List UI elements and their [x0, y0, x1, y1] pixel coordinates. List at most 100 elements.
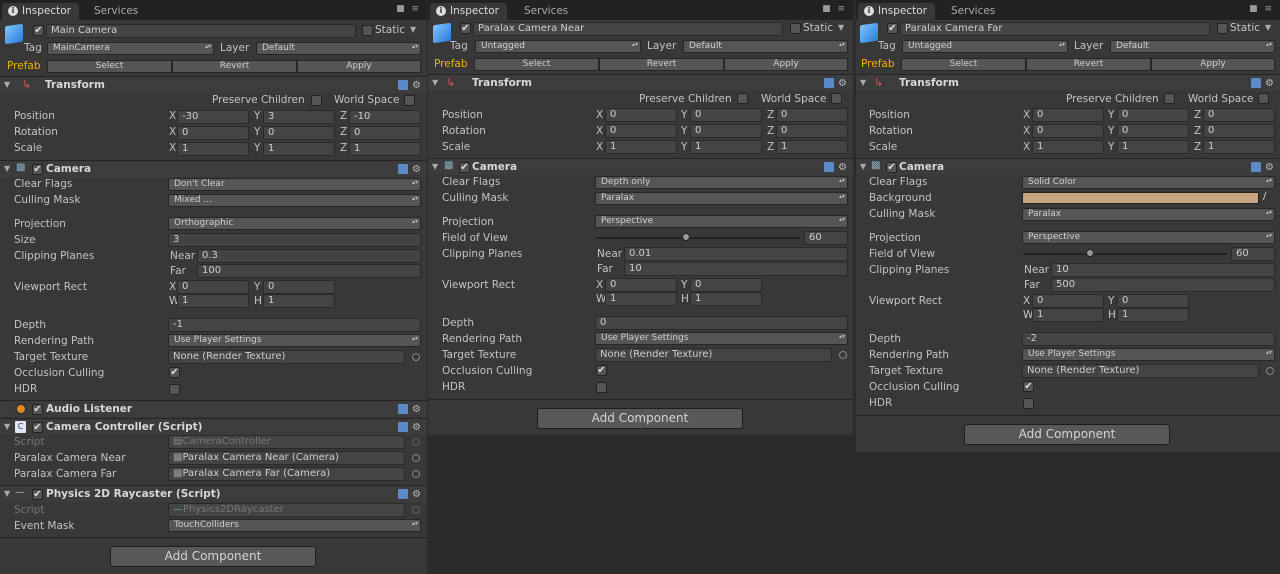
- fov-slider-knob[interactable]: [682, 233, 690, 241]
- rendering-path-dropdown[interactable]: Use Player Settings: [168, 334, 421, 347]
- fov-field[interactable]: 60: [1231, 247, 1275, 261]
- depth-field[interactable]: 0: [595, 316, 848, 330]
- camera-controller-header[interactable]: ▼ C ✔ Camera Controller (Script) ⚙: [0, 418, 427, 435]
- scale-x-field[interactable]: 1: [605, 140, 677, 154]
- scale-x-field[interactable]: 1: [177, 142, 249, 156]
- scale-z-field[interactable]: 1: [1203, 140, 1275, 154]
- camera-enabled-checkbox[interactable]: ✔: [459, 162, 470, 173]
- scale-y-field[interactable]: 1: [690, 140, 762, 154]
- prefab-apply-button[interactable]: Apply: [724, 58, 848, 71]
- scale-z-field[interactable]: 1: [776, 140, 848, 154]
- eyedropper-icon[interactable]: ∕: [1263, 191, 1266, 202]
- transform-header[interactable]: ▼ ↳ Transform ⚙: [428, 74, 853, 91]
- static-dropdown-arrow-icon[interactable]: ▼: [410, 25, 416, 34]
- tab-services[interactable]: Services: [510, 3, 576, 20]
- near-field[interactable]: 10: [1051, 263, 1275, 277]
- camera-enabled-checkbox[interactable]: ✔: [886, 162, 897, 173]
- prefab-select-button[interactable]: Select: [474, 58, 599, 71]
- target-texture-field[interactable]: None (Render Texture): [595, 348, 832, 362]
- lock-menu-icon[interactable]: ■ ≡: [396, 4, 421, 14]
- rotation-x-field[interactable]: 0: [1032, 124, 1104, 138]
- lock-menu-icon[interactable]: ■ ≡: [822, 4, 847, 14]
- object-picker-icon[interactable]: [1266, 367, 1274, 375]
- viewport-h-field[interactable]: 1: [263, 294, 335, 308]
- tag-dropdown[interactable]: Untagged: [475, 40, 641, 53]
- paralax-camera-near-field[interactable]: ▩Paralax Camera Near (Camera): [168, 451, 405, 465]
- world-space-checkbox[interactable]: [1258, 93, 1269, 104]
- help-book-icon[interactable]: [398, 422, 409, 432]
- viewport-x-field[interactable]: 0: [1032, 294, 1104, 308]
- viewport-y-field[interactable]: 0: [690, 278, 762, 292]
- culling-mask-dropdown[interactable]: Paralax: [595, 192, 848, 205]
- foldout-arrow-icon[interactable]: ▼: [860, 162, 866, 171]
- rotation-z-field[interactable]: 0: [776, 124, 848, 138]
- raycaster-checkbox[interactable]: ✔: [32, 489, 43, 500]
- rotation-x-field[interactable]: 0: [605, 124, 677, 138]
- position-y-field[interactable]: 0: [690, 108, 762, 122]
- preserve-children-checkbox[interactable]: [737, 93, 748, 104]
- prefab-apply-button[interactable]: Apply: [297, 60, 421, 73]
- position-y-field[interactable]: 3: [263, 110, 335, 124]
- help-book-icon[interactable]: [398, 404, 409, 414]
- viewport-h-field[interactable]: 1: [1117, 308, 1189, 322]
- rotation-x-field[interactable]: 0: [177, 126, 249, 140]
- hdr-checkbox[interactable]: [169, 384, 180, 395]
- far-field[interactable]: 500: [1051, 278, 1275, 292]
- viewport-w-field[interactable]: 1: [605, 292, 677, 306]
- layer-dropdown[interactable]: Default: [256, 42, 421, 55]
- lock-menu-icon[interactable]: ■ ≡: [1249, 4, 1274, 14]
- preserve-children-checkbox[interactable]: [1164, 93, 1175, 104]
- transform-header[interactable]: ▼ ↳ Transform ⚙: [0, 76, 427, 93]
- target-texture-field[interactable]: None (Render Texture): [1022, 364, 1259, 378]
- projection-dropdown[interactable]: Perspective: [595, 215, 848, 228]
- help-book-icon[interactable]: [398, 489, 409, 499]
- object-name-field[interactable]: Paralax Camera Near: [473, 22, 783, 36]
- position-z-field[interactable]: 0: [1203, 108, 1275, 122]
- position-x-field[interactable]: -30: [177, 110, 249, 124]
- fov-field[interactable]: 60: [804, 231, 848, 245]
- tab-services[interactable]: Services: [80, 3, 146, 20]
- gear-icon[interactable]: ⚙: [412, 164, 421, 175]
- far-field[interactable]: 10: [624, 262, 848, 276]
- near-field[interactable]: 0.01: [624, 247, 848, 261]
- layer-dropdown[interactable]: Default: [683, 40, 848, 53]
- help-book-icon[interactable]: [1251, 78, 1262, 88]
- depth-field[interactable]: -2: [1022, 332, 1275, 346]
- scale-y-field[interactable]: 1: [1117, 140, 1189, 154]
- prefab-revert-button[interactable]: Revert: [172, 60, 297, 73]
- rotation-y-field[interactable]: 0: [263, 126, 335, 140]
- help-book-icon[interactable]: [824, 78, 835, 88]
- foldout-arrow-icon[interactable]: ▼: [4, 422, 10, 431]
- clear-flags-dropdown[interactable]: Solid Color: [1022, 176, 1275, 189]
- culling-mask-dropdown[interactable]: Mixed ...: [168, 194, 421, 207]
- add-component-button[interactable]: Add Component: [964, 424, 1170, 445]
- prefab-apply-button[interactable]: Apply: [1151, 58, 1275, 71]
- projection-dropdown[interactable]: Perspective: [1022, 231, 1275, 244]
- foldout-arrow-icon[interactable]: ▼: [4, 164, 10, 173]
- object-picker-icon[interactable]: [839, 351, 847, 359]
- viewport-y-field[interactable]: 0: [1117, 294, 1189, 308]
- static-checkbox[interactable]: [790, 23, 801, 34]
- active-checkbox[interactable]: ✔: [460, 23, 471, 34]
- tab-inspector[interactable]: i Inspector: [858, 3, 935, 20]
- foldout-arrow-icon[interactable]: ▼: [860, 78, 866, 87]
- camera-header[interactable]: ▼ ▩ ✔ Camera ⚙: [856, 158, 1280, 175]
- add-component-button[interactable]: Add Component: [110, 546, 316, 567]
- fov-slider-track[interactable]: [1023, 253, 1227, 255]
- rotation-y-field[interactable]: 0: [690, 124, 762, 138]
- rotation-y-field[interactable]: 0: [1117, 124, 1189, 138]
- event-mask-dropdown[interactable]: TouchColliders: [168, 519, 421, 532]
- foldout-arrow-icon[interactable]: ▼: [4, 489, 10, 498]
- foldout-arrow-icon[interactable]: ▼: [4, 80, 10, 89]
- foldout-arrow-icon[interactable]: ▼: [432, 162, 438, 171]
- background-color-swatch[interactable]: [1022, 192, 1259, 204]
- clear-flags-dropdown[interactable]: Depth only: [595, 176, 848, 189]
- depth-field[interactable]: -1: [168, 318, 421, 332]
- static-dropdown-arrow-icon[interactable]: ▼: [838, 23, 844, 32]
- hdr-checkbox[interactable]: [596, 382, 607, 393]
- projection-dropdown[interactable]: Orthographic: [168, 217, 421, 230]
- viewport-h-field[interactable]: 1: [690, 292, 762, 306]
- gear-icon[interactable]: ⚙: [838, 78, 847, 89]
- help-book-icon[interactable]: [824, 162, 835, 172]
- active-checkbox[interactable]: ✔: [33, 25, 44, 36]
